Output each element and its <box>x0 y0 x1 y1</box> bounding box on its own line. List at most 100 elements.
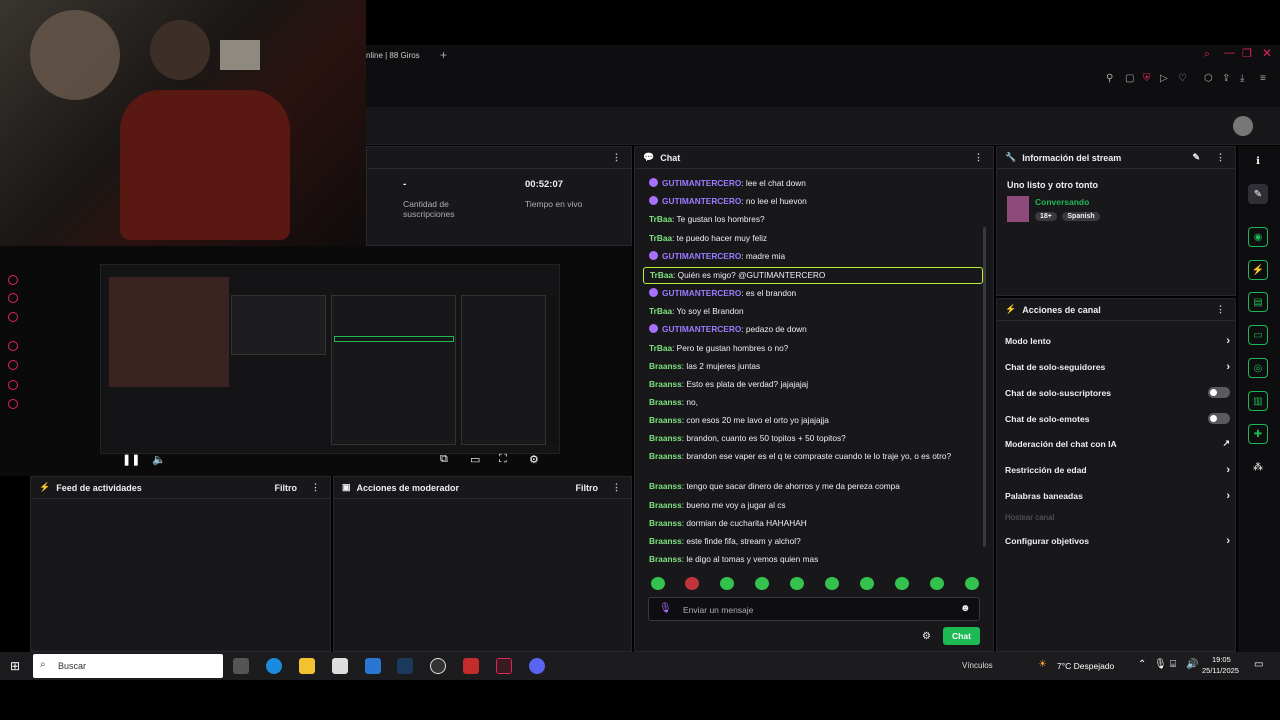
theatre-icon[interactable]: ▭ <box>470 453 480 466</box>
store-icon[interactable] <box>332 658 348 674</box>
twitter-icon[interactable] <box>8 275 18 285</box>
chevron-right-icon[interactable]: › <box>1226 464 1230 476</box>
avatar[interactable] <box>1233 116 1253 136</box>
chat-username[interactable]: GUTIMANTERCERO <box>662 324 741 334</box>
extensions-icon[interactable]: ⬡ <box>1204 73 1213 84</box>
channel-action-row[interactable]: Chat de solo-emotes <box>1005 413 1230 424</box>
taskbar-search[interactable]: ⌕ Buscar <box>33 654 223 678</box>
chat-username[interactable]: TrBaa <box>650 270 673 280</box>
weather-label[interactable]: 7°C Despejado <box>1057 661 1114 671</box>
menu-icon[interactable]: ≡ <box>1260 73 1266 84</box>
notification-icon[interactable]: ▭ <box>1254 659 1263 670</box>
chevron-up-icon[interactable]: ⌃ <box>1138 659 1146 670</box>
chat-input[interactable]: 🎙 Enviar un mensaje ☻ <box>648 597 980 621</box>
fullscreen-icon[interactable]: ⛶ <box>499 453 507 466</box>
windows-start-icon[interactable]: ⊞ <box>10 659 20 673</box>
emote-icon[interactable] <box>825 577 839 590</box>
chat-username[interactable]: Braanss <box>649 361 682 371</box>
more-icon[interactable]: ⋮ <box>1214 152 1227 163</box>
tag[interactable]: Spanish <box>1062 212 1100 221</box>
chat-username[interactable]: GUTIMANTERCERO <box>662 288 741 298</box>
filter-button[interactable]: Filtro <box>576 483 599 493</box>
toggle-switch[interactable] <box>1208 387 1230 398</box>
play-icon[interactable]: ▷ <box>1160 73 1168 84</box>
more-icon[interactable]: ⋮ <box>610 482 623 493</box>
volume-icon[interactable]: 🔈 <box>152 453 166 466</box>
opera-icon[interactable] <box>496 658 512 674</box>
discord-icon[interactable] <box>8 293 18 303</box>
app-icon[interactable] <box>463 658 479 674</box>
emote-icon[interactable] <box>790 577 804 590</box>
microphone-icon[interactable]: 🎙 <box>1154 659 1167 670</box>
chat-username[interactable]: Braanss <box>649 433 682 443</box>
close-icon[interactable]: ✕ <box>1262 46 1272 60</box>
tag[interactable]: 18+ <box>1035 212 1057 221</box>
filter-button[interactable]: Filtro <box>275 483 298 493</box>
chat-username[interactable]: TrBaa <box>649 214 672 224</box>
clock-time[interactable]: 19:05 <box>1212 655 1231 664</box>
youtube-icon[interactable] <box>8 312 18 322</box>
emote-icon[interactable] <box>930 577 944 590</box>
maximize-icon[interactable]: ❐ <box>1242 47 1252 60</box>
chevron-right-icon[interactable]: › <box>1226 361 1230 373</box>
chat-icon[interactable]: ▭ <box>1248 325 1268 345</box>
shield-icon[interactable]: ⛨ <box>1143 73 1151 84</box>
chat-bubble-icon[interactable] <box>8 380 18 390</box>
pip-icon[interactable]: ⧉ <box>440 453 448 466</box>
browser-tab[interactable]: nline | 88 Giros <box>366 51 420 60</box>
nodes-icon[interactable]: ⁂ <box>1248 457 1268 477</box>
lightning-icon[interactable]: ⚡ <box>1248 260 1268 280</box>
channel-action-row[interactable]: Modo lento › <box>1005 335 1230 347</box>
emote-icon[interactable] <box>895 577 909 590</box>
volume-icon[interactable]: 🔊 <box>1186 659 1198 670</box>
edit-icon[interactable]: ✎ <box>1192 152 1200 163</box>
chat-username[interactable]: GUTIMANTERCERO <box>662 251 741 261</box>
more-icon[interactable]: ⋮ <box>610 152 623 163</box>
more-icon[interactable]: ⋮ <box>309 482 322 493</box>
chat-username[interactable]: TrBaa <box>649 343 672 353</box>
discord-icon[interactable] <box>529 658 545 674</box>
chevron-right-icon[interactable]: › <box>1226 335 1230 347</box>
toggle-switch[interactable] <box>1208 413 1230 424</box>
share-icon[interactable]: ⇪ <box>1222 73 1230 84</box>
info-icon[interactable]: ℹ <box>1248 151 1268 171</box>
edit-icon[interactable]: ✎ <box>1248 184 1268 204</box>
search-icon[interactable]: ⌕ <box>1204 48 1210 61</box>
chevron-right-icon[interactable]: › <box>1226 490 1230 502</box>
chat-username[interactable]: TrBaa <box>649 306 672 316</box>
chat-username[interactable]: Braanss <box>649 536 682 546</box>
chat-username[interactable]: Braanss <box>649 415 682 425</box>
folder-icon[interactable] <box>299 658 315 674</box>
emote-icon[interactable] <box>965 577 979 590</box>
edge-icon[interactable] <box>266 658 282 674</box>
settings-icon[interactable] <box>8 399 18 409</box>
chat-send-button[interactable]: Chat <box>943 627 980 645</box>
clock-date[interactable]: 25/11/2025 <box>1202 666 1239 675</box>
obs-icon[interactable] <box>430 658 446 674</box>
microphone-icon[interactable]: 🎙 <box>659 603 672 614</box>
clock-icon[interactable] <box>8 360 18 370</box>
chat-username[interactable]: Braanss <box>649 379 682 389</box>
more-icon[interactable]: ⋮ <box>1214 304 1227 315</box>
external-link-icon[interactable]: ↗ <box>1222 438 1230 449</box>
download-icon[interactable]: ⤓ <box>1240 73 1244 84</box>
chat-username[interactable]: GUTIMANTERCERO <box>662 196 741 206</box>
stream-preview[interactable]: ❚❚ 🔈 ⧉ ▭ ⛶ ⚙ <box>0 246 632 476</box>
sidebar-icon[interactable] <box>8 341 18 351</box>
emote-picker-icon[interactable]: ☻ <box>960 603 971 614</box>
stream-category[interactable]: Conversando <box>1035 197 1089 207</box>
chat-username[interactable]: Braanss <box>649 481 682 491</box>
pause-icon[interactable]: ❚❚ <box>122 453 140 466</box>
chat-username[interactable]: Braanss <box>649 518 682 528</box>
emote-icon[interactable] <box>860 577 874 590</box>
emote-icon[interactable] <box>651 577 665 590</box>
chat-username[interactable]: TrBaa <box>649 233 672 243</box>
channel-action-row[interactable]: Chat de solo-seguidores › <box>1005 361 1230 373</box>
camera-icon[interactable]: ◉ <box>1248 227 1268 247</box>
channel-action-row[interactable]: Configurar objetivos › <box>1005 535 1230 547</box>
layers-icon[interactable]: ▥ <box>1248 391 1268 411</box>
new-tab-button[interactable]: + <box>440 48 447 62</box>
chat-username[interactable]: Braanss <box>649 500 682 510</box>
chat-username[interactable]: Braanss <box>649 554 682 564</box>
chat-username[interactable]: Braanss <box>649 451 682 461</box>
